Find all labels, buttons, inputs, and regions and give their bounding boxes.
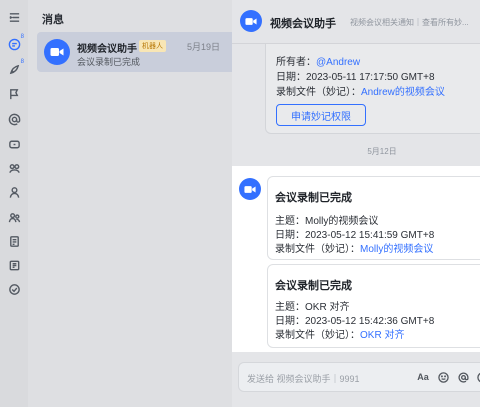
file-link[interactable]: Andrew的视频会议 [361, 87, 445, 98]
topic-row: 主题：OKR 对齐 [275, 302, 350, 313]
chat-header: 视频会议助手 视频会议相关通知｜查看所有妙... [232, 0, 480, 44]
contacts-icon[interactable] [7, 185, 21, 199]
owner-row: 所有者：@Andrew [276, 57, 361, 68]
flag-icon[interactable] [7, 87, 21, 101]
chat-item-video-assistant[interactable]: 视频会议助手 机器人 5月19日 会议录制已完成 [37, 32, 247, 72]
export-icon[interactable] [7, 258, 21, 272]
owner-mention[interactable]: @Andrew [316, 57, 360, 68]
collapse-icon[interactable] [7, 10, 21, 24]
message-composer[interactable]: 发送给 视频会议助手｜9991 Aa [238, 362, 480, 392]
date-separator: 5月12日 [367, 147, 397, 156]
bot-badge: 机器人 [139, 40, 166, 52]
more-icon[interactable] [476, 371, 480, 383]
rocket-icon[interactable]: 8 [7, 59, 24, 76]
video-camera-icon [44, 39, 70, 65]
date-row: 日期：2023-05-12 15:41:59 GMT+8 [275, 230, 435, 241]
date-row: 日期：2023-05-11 17:17:50 GMT+8 [276, 72, 435, 83]
chat-preview: 会议录制已完成 [77, 57, 141, 67]
message-input[interactable]: 发送给 视频会议助手｜9991 [247, 372, 360, 385]
header-title[interactable]: 视频会议助手 [270, 15, 336, 31]
todo-icon[interactable] [7, 282, 21, 296]
file-row: 录制文件（妙记）：Molly的视频会议 [275, 244, 434, 255]
icon-rail: 8 8 [0, 0, 28, 407]
tag-icon[interactable] [7, 137, 21, 151]
format-icon[interactable]: Aa [417, 371, 429, 383]
chat-date: 5月19日 [187, 42, 221, 52]
recording-card: 会议录制已完成 主题：OKR 对齐 日期：2023-05-12 15:42:36… [267, 264, 480, 348]
video-camera-icon[interactable] [239, 178, 261, 200]
header-subtitle: 视频会议相关通知｜查看所有妙... [350, 18, 469, 27]
chat-list-panel: 消息 视频会议助手 机器人 5月19日 会议录制已完成 [28, 0, 247, 407]
card-title: 会议录制已完成 [275, 280, 352, 292]
recording-card: 会议录制已完成 主题：Molly的视频会议 日期：2023-05-12 15:4… [267, 176, 480, 260]
doc-icon[interactable] [7, 234, 21, 248]
mention-icon[interactable] [457, 371, 469, 383]
file-row: 录制文件（妙记）：Andrew的视频会议 [276, 87, 445, 98]
groups-icon[interactable] [7, 210, 21, 224]
video-camera-icon [240, 10, 262, 32]
chat-main: 所有者：@Andrew 日期：2023-05-11 17:17:50 GMT+8… [232, 0, 480, 407]
messages-icon[interactable]: 8 [7, 34, 24, 51]
apply-permission-button[interactable]: 申请妙记权限 [276, 104, 366, 126]
date-row: 日期：2023-05-12 15:42:36 GMT+8 [275, 316, 435, 327]
emoji-icon[interactable] [437, 371, 449, 383]
file-link[interactable]: Molly的视频会议 [360, 244, 433, 255]
list-title: 消息 [42, 14, 64, 26]
topic-row: 主题：Molly的视频会议 [275, 216, 379, 227]
rocket-badge: 8 [20, 59, 24, 65]
bot-icon[interactable] [7, 161, 21, 175]
mention-icon[interactable] [7, 112, 21, 126]
file-link[interactable]: OKR 对齐 [360, 330, 404, 341]
chat-name: 视频会议助手 [77, 44, 137, 55]
unread-badge: 8 [20, 34, 24, 40]
file-row: 录制文件（妙记）：OKR 对齐 [275, 330, 405, 341]
card-title: 会议录制已完成 [275, 192, 352, 204]
